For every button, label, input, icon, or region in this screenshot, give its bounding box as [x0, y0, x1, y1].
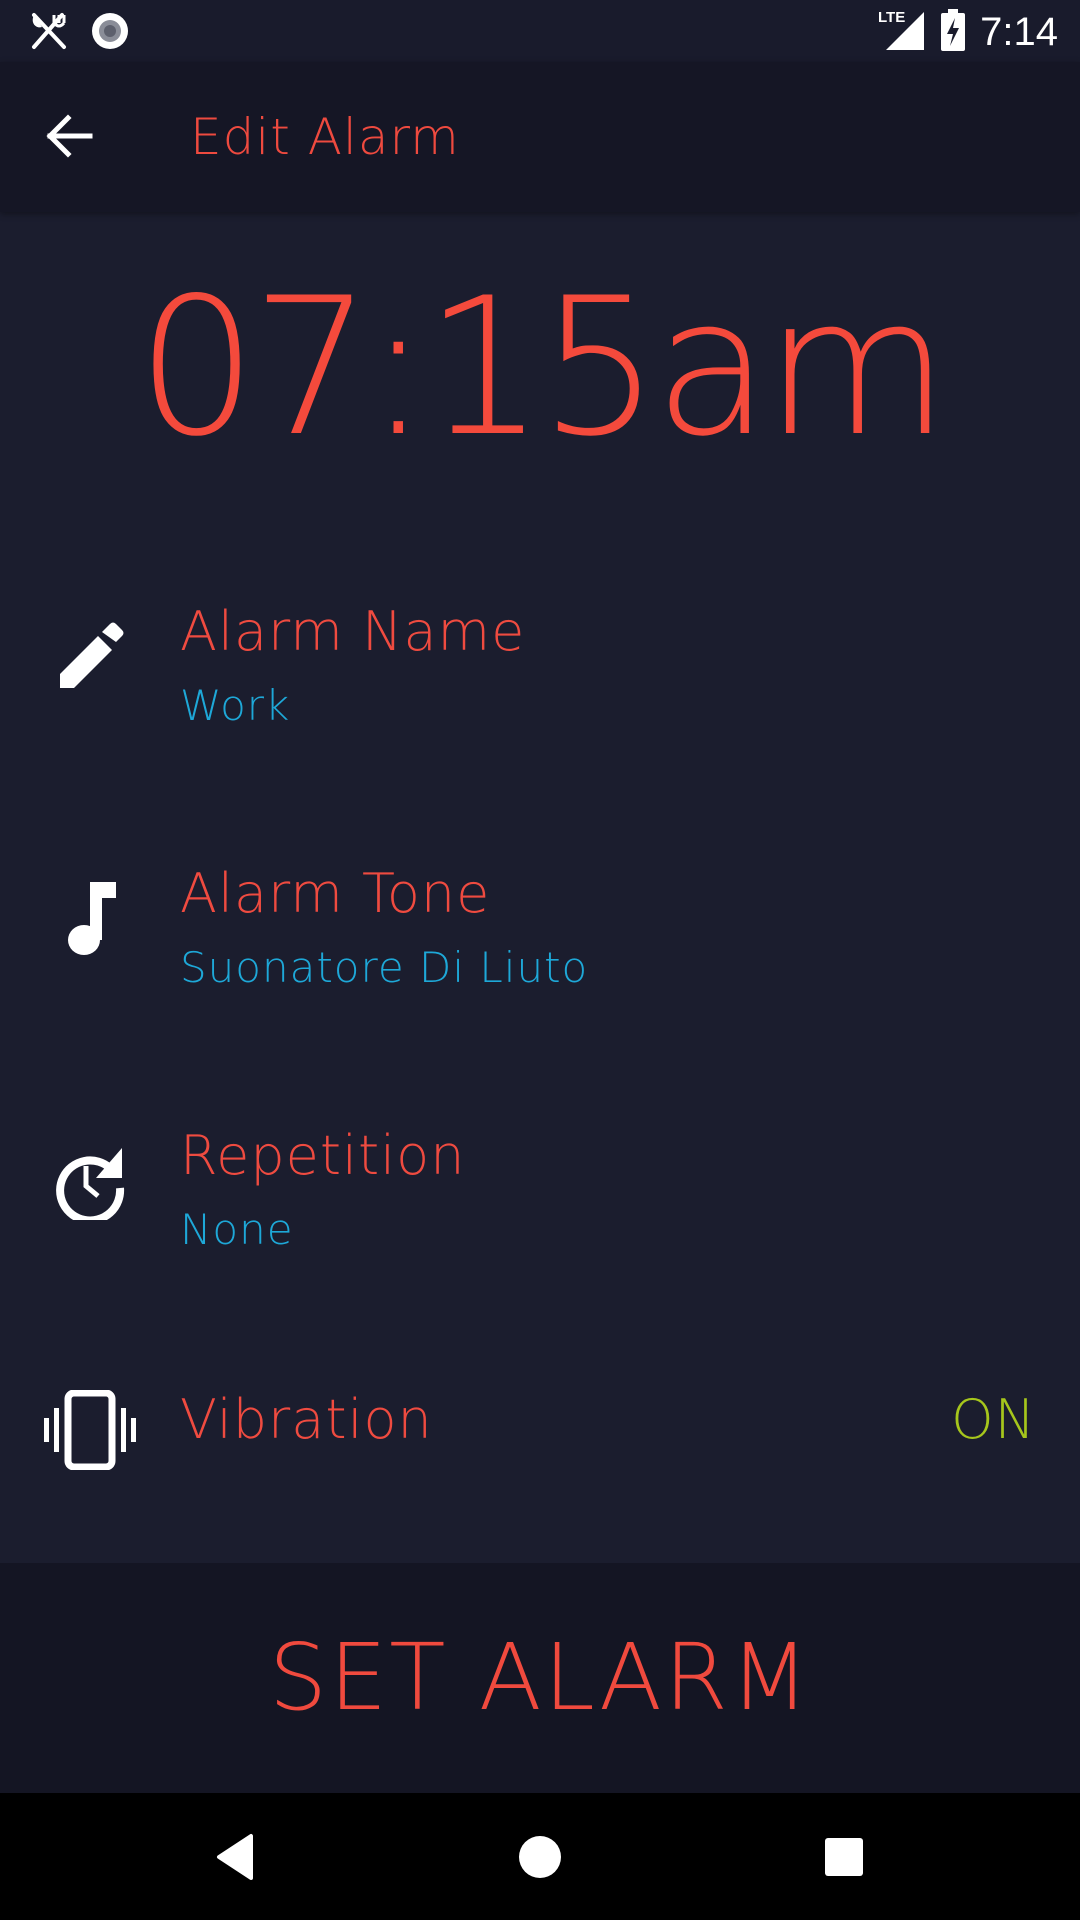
nav-recents-button[interactable] [808, 1821, 880, 1893]
vibration-label: Vibration [180, 1388, 433, 1451]
setting-alarm-name[interactable]: Alarm Name Work [0, 600, 1080, 800]
repetition-value: None [180, 1205, 294, 1254]
alarm-tone-value: Suonatore Di Liuto [180, 943, 589, 992]
setting-vibration[interactable]: Vibration ON [0, 1380, 1080, 1500]
repeat-clock-icon [40, 1130, 140, 1230]
status-bar: LTE 7:14 [0, 0, 1080, 62]
navigation-bar [0, 1793, 1080, 1920]
alarm-tone-label: Alarm Tone [180, 862, 491, 925]
lte-label: LTE [878, 9, 905, 26]
lte-signal-icon: LTE [878, 8, 926, 56]
nav-back-button[interactable] [200, 1821, 272, 1893]
nav-home-button[interactable] [504, 1821, 576, 1893]
vibration-toggle[interactable]: ON [951, 1388, 1036, 1452]
vibration-icon [40, 1380, 140, 1480]
alarm-name-label: Alarm Name [180, 600, 526, 663]
arrow-back-icon [46, 114, 93, 158]
alarm-name-value: Work [180, 681, 291, 730]
record-icon [90, 11, 130, 55]
back-button[interactable] [40, 106, 100, 166]
back-triangle-icon [217, 1834, 253, 1880]
repetition-label: Repetition [180, 1124, 466, 1187]
set-alarm-button[interactable]: SET ALARM [0, 1563, 1080, 1793]
recents-square-icon [825, 1838, 863, 1876]
app-bar: Edit Alarm [0, 62, 1080, 212]
battery-charging-icon [940, 9, 966, 55]
home-circle-icon [519, 1836, 561, 1878]
setting-alarm-tone[interactable]: Alarm Tone Suonatore Di Liuto [0, 862, 1080, 1062]
page-title: Edit Alarm [190, 108, 460, 166]
alarm-time-display[interactable]: 07:15am [0, 258, 1080, 478]
music-note-icon [40, 868, 140, 968]
restaurant-icon [28, 11, 68, 55]
setting-repetition[interactable]: Repetition None [0, 1124, 1080, 1324]
status-time: 7:14 [980, 10, 1058, 54]
pencil-icon [40, 606, 140, 706]
